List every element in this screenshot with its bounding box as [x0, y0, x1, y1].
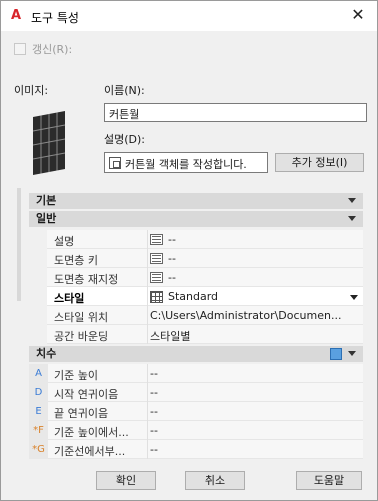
help-button[interactable]: 도움말: [296, 471, 362, 490]
prop-row-space-bounding[interactable]: 공간 바운딩 스타일별: [47, 325, 363, 344]
column-divider: [147, 402, 148, 421]
name-input[interactable]: 커튼월: [104, 103, 367, 122]
more-info-button[interactable]: 추가 정보(I): [275, 153, 364, 172]
prop-value: --: [150, 367, 158, 380]
curtain-wall-thumbnail[interactable]: [29, 111, 69, 175]
prop-name: 도면층 키: [54, 254, 98, 267]
prop-value: 스타일별: [150, 330, 191, 343]
category-general-label: 일반: [36, 212, 57, 225]
column-divider: [147, 287, 148, 306]
category-basic-label: 기본: [36, 194, 57, 207]
refresh-checkbox[interactable]: [14, 43, 26, 55]
list-value-icon: [150, 234, 163, 245]
prop-row-base-height[interactable]: A 기준 높이 --: [29, 364, 363, 383]
window-title: 도구 특성: [31, 11, 79, 25]
prop-value: --: [150, 386, 158, 399]
ok-button[interactable]: 확인: [96, 471, 156, 490]
quick-select-icon[interactable]: [330, 348, 342, 360]
dimension-key-g: *G: [29, 440, 48, 459]
prop-value: --: [150, 424, 158, 437]
list-value-icon: [150, 272, 163, 283]
prop-name: 시작 연귀이음: [54, 388, 119, 401]
prop-value: --: [168, 252, 176, 265]
column-divider: [147, 230, 148, 249]
prop-row-end-miter[interactable]: E 끝 연귀이음 --: [29, 402, 363, 421]
tool-properties-dialog: A 도구 특성 ✕ 갱신(R): 이미지: 이름(N): 커튼월 설명(D): …: [0, 0, 378, 501]
column-divider: [147, 268, 148, 287]
prop-name: 설명: [54, 235, 75, 248]
chevron-down-icon[interactable]: [348, 216, 356, 221]
column-divider: [147, 383, 148, 402]
image-label: 이미지:: [14, 84, 49, 97]
name-label: 이름(N):: [104, 84, 145, 97]
prop-row-layer-override[interactable]: 도면층 재지정 --: [47, 268, 363, 287]
cancel-button[interactable]: 취소: [185, 471, 245, 490]
prop-row-from-base-height[interactable]: *F 기준 높이에서... --: [29, 421, 363, 440]
chevron-down-icon[interactable]: [348, 198, 356, 203]
column-divider: [147, 440, 148, 459]
refresh-label: 갱신(R):: [32, 43, 73, 56]
column-divider: [147, 364, 148, 383]
prop-value: C:\Users\Administrator\Documen...: [150, 309, 342, 322]
column-divider: [147, 325, 148, 344]
description-value: 커튼월 객체를 작성합니다.: [125, 158, 247, 171]
prop-row-style[interactable]: 스타일 Standard: [47, 287, 363, 306]
category-dimensions[interactable]: 치수: [29, 346, 363, 362]
dimension-key-f: *F: [29, 421, 48, 440]
column-divider: [147, 306, 148, 325]
prop-row-start-miter[interactable]: D 시작 연귀이음 --: [29, 383, 363, 402]
column-divider: [147, 249, 148, 268]
prop-row-description[interactable]: 설명 --: [47, 230, 363, 249]
category-general[interactable]: 일반: [29, 211, 363, 227]
dropdown-arrow-icon[interactable]: [350, 295, 358, 300]
prop-name: 스타일 위치: [54, 311, 109, 324]
prop-value: --: [150, 405, 158, 418]
dimension-key-d: D: [29, 383, 48, 402]
style-grid-icon: [150, 291, 163, 303]
prop-name: 스타일: [54, 292, 85, 305]
dimension-key-e: E: [29, 402, 48, 421]
panel-side-strip: [17, 188, 21, 301]
column-divider: [147, 421, 148, 440]
description-field[interactable]: 커튼월 객체를 작성합니다.: [104, 152, 268, 173]
prop-row-layer-key[interactable]: 도면층 키 --: [47, 249, 363, 268]
prop-value: --: [168, 233, 176, 246]
prop-name: 공간 바운딩: [54, 330, 109, 343]
prop-row-from-baseline[interactable]: *G 기준선에서부... --: [29, 440, 363, 459]
close-button[interactable]: ✕: [349, 6, 367, 24]
autocad-logo-icon: A: [11, 8, 22, 23]
dimension-key-a: A: [29, 364, 48, 383]
prop-name: 기준선에서부...: [54, 445, 126, 458]
prop-name: 끝 연귀이음: [54, 407, 109, 420]
prop-value: --: [168, 271, 176, 284]
prop-value: --: [150, 443, 158, 456]
chevron-down-icon[interactable]: [348, 351, 356, 356]
prop-name: 기준 높이에서...: [54, 426, 129, 439]
category-dimensions-label: 치수: [36, 347, 57, 360]
list-value-icon: [150, 253, 163, 264]
prop-name: 기준 높이: [54, 369, 98, 382]
title-bar: A 도구 특성 ✕: [1, 1, 377, 31]
object-icon: [109, 157, 121, 169]
prop-value: Standard: [168, 290, 219, 303]
category-basic[interactable]: 기본: [29, 193, 363, 209]
description-label: 설명(D):: [104, 133, 145, 146]
prop-name: 도면층 재지정: [54, 273, 119, 286]
prop-row-style-location[interactable]: 스타일 위치 C:\Users\Administrator\Documen...: [47, 306, 363, 325]
refresh-row: 갱신(R):: [14, 41, 72, 57]
